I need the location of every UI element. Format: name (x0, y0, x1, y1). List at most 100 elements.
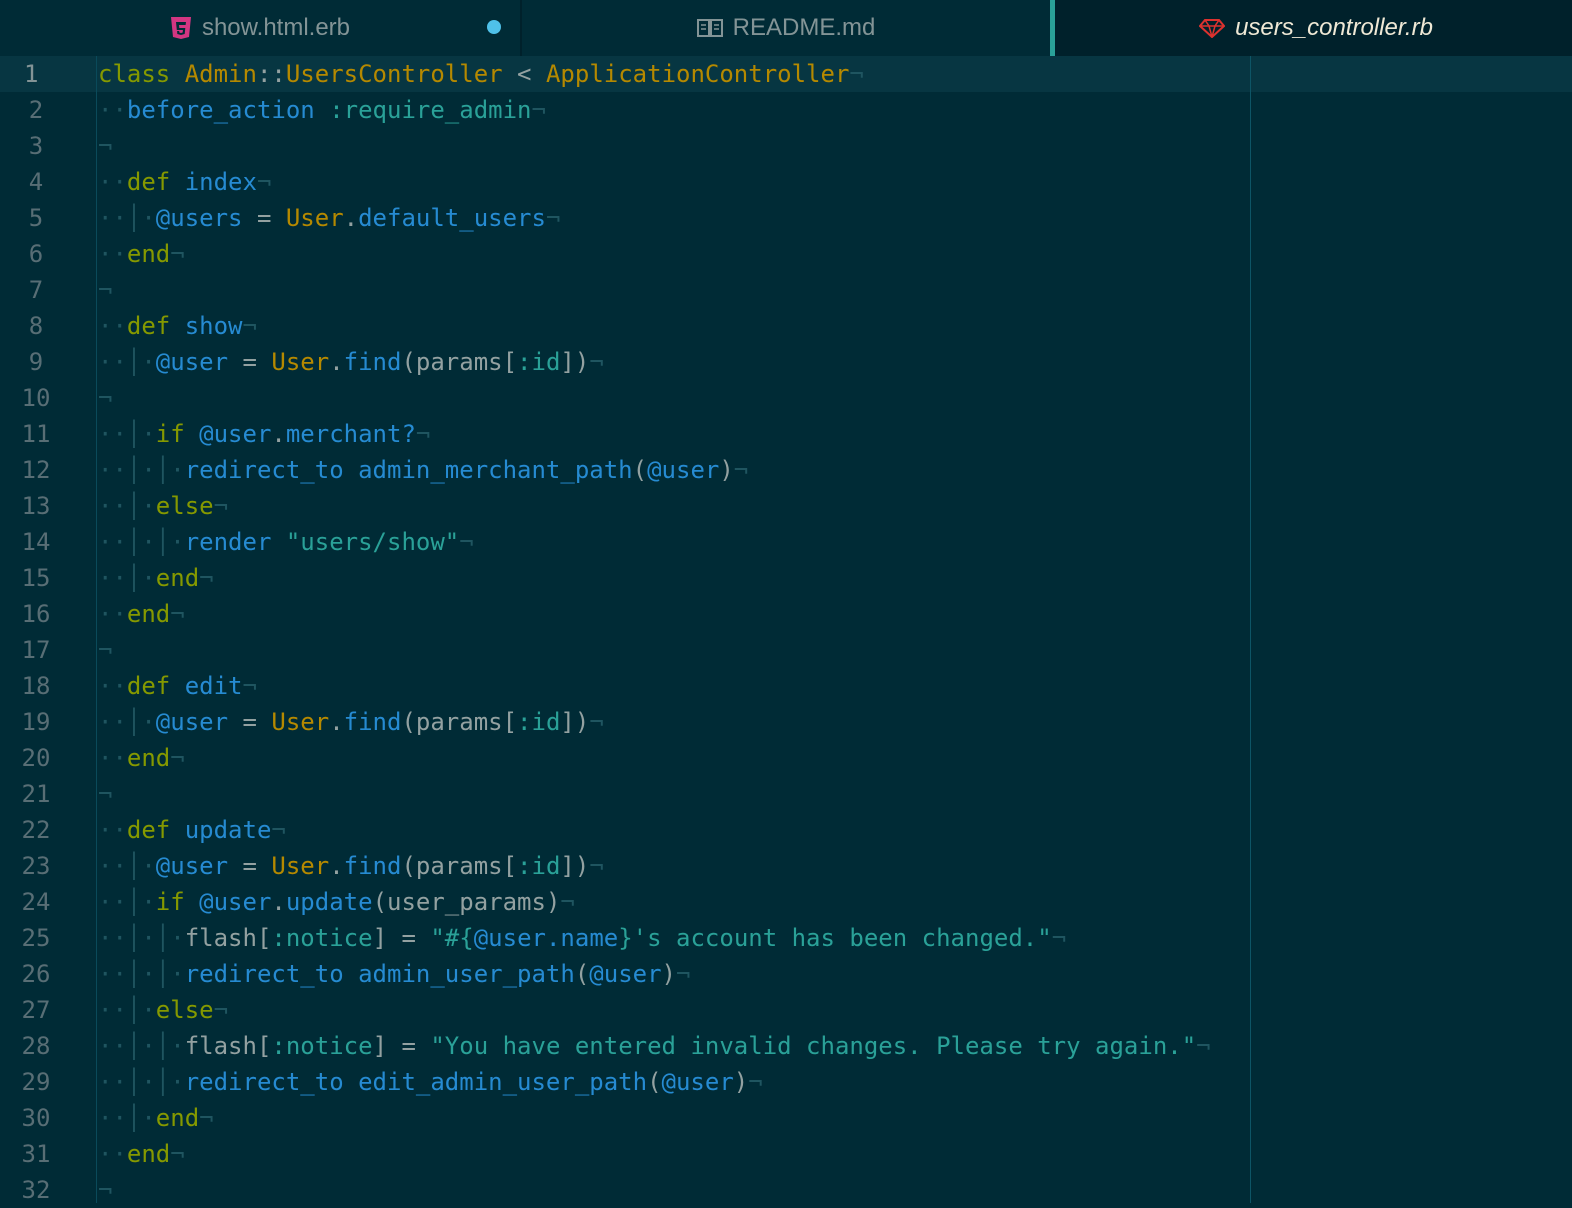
line-number[interactable]: 17 (0, 632, 72, 668)
code-line[interactable]: ··│·@user = User.find(params[:id])¬ (98, 848, 1211, 884)
line-number[interactable]: 28 (0, 1028, 72, 1064)
line-number[interactable]: 4 (0, 164, 72, 200)
code-line[interactable]: ··│·│·render "users/show"¬ (98, 524, 1211, 560)
code-line[interactable]: ··│·end¬ (98, 560, 1211, 596)
line-number[interactable]: 12 (0, 452, 72, 488)
line-number[interactable]: 29 (0, 1064, 72, 1100)
line-number[interactable]: 2 (0, 92, 72, 128)
code-line[interactable]: ··before_action :require_admin¬ (98, 92, 1211, 128)
line-number[interactable]: 26 (0, 956, 72, 992)
code-content[interactable]: class Admin::UsersController < Applicati… (98, 56, 1211, 1208)
line-number[interactable]: 3 (0, 128, 72, 164)
line-number[interactable]: 13 (0, 488, 72, 524)
line-number[interactable]: 31 (0, 1136, 72, 1172)
code-line[interactable]: ··│·@user = User.find(params[:id])¬ (98, 344, 1211, 380)
code-line[interactable]: ··│·@users = User.default_users¬ (98, 200, 1211, 236)
eol-marker: ¬ (170, 600, 185, 628)
code-token: end (126, 600, 171, 628)
code-line[interactable]: ··def edit¬ (98, 668, 1211, 704)
line-number-gutter[interactable]: 1 2 3 4 5 6 7 8 9 10 11 12 13 14 15 16 17 18 19 20 21 22 23 24 2… (0, 56, 96, 1204)
eol-marker: ¬ (415, 420, 431, 448)
indent-guide: ··│·│· (98, 528, 185, 556)
eol-marker: ¬ (98, 132, 113, 160)
code-token: redirect_to admin_user_path (184, 960, 575, 988)
line-number[interactable]: 23 (0, 848, 72, 884)
tab-show-html-erb[interactable]: show.html.erb (0, 0, 522, 56)
code-line[interactable]: ··│·│·redirect_to edit_admin_user_path(@… (98, 1064, 1211, 1100)
line-number[interactable]: 24 (0, 884, 72, 920)
line-number[interactable]: 21 (0, 776, 72, 812)
code-line[interactable]: ··end¬ (98, 236, 1211, 272)
code-line[interactable]: ··│·else¬ (98, 488, 1211, 524)
line-number[interactable]: 18 (0, 668, 72, 704)
eol-marker: ¬ (213, 996, 229, 1024)
code-line[interactable]: ··│·│·redirect_to admin_user_path(@user)… (98, 956, 1211, 992)
tab-label: README.md (732, 14, 876, 41)
code-line[interactable]: ¬ (98, 128, 1211, 164)
code-line[interactable]: ¬ (98, 776, 1211, 812)
line-number[interactable]: 22 (0, 812, 72, 848)
code-token: :notice (271, 924, 373, 952)
code-line[interactable]: ··end¬ (98, 596, 1211, 632)
code-line[interactable]: ··def index¬ (98, 164, 1211, 200)
line-number[interactable]: 27 (0, 992, 72, 1028)
tab-label: show.html.erb (201, 14, 351, 41)
code-line[interactable]: ··def update¬ (98, 812, 1211, 848)
line-number[interactable]: 10 (0, 380, 72, 416)
line-number[interactable]: 1 (0, 56, 96, 92)
code-line[interactable]: ··│·if @user.update(user_params)¬ (98, 884, 1211, 920)
code-token: :id (517, 708, 561, 736)
code-token: ( (632, 456, 648, 484)
code-line[interactable]: ··│·│·flash[:notice] = "You have entered… (98, 1028, 1211, 1064)
line-number[interactable]: 7 (0, 272, 72, 308)
code-token: . (329, 708, 344, 736)
code-token: else (155, 996, 214, 1024)
line-number[interactable]: 20 (0, 740, 72, 776)
code-token: "You have entered invalid changes. Pleas… (430, 1032, 1197, 1060)
code-line[interactable]: ··│·end¬ (98, 1100, 1211, 1136)
code-token: Admin (184, 60, 257, 88)
indent-guide: ·· (98, 240, 127, 268)
code-token: ) (719, 456, 734, 484)
line-number[interactable]: 19 (0, 704, 72, 740)
line-number[interactable]: 6 (0, 236, 72, 272)
code-token: ApplicationController (545, 60, 850, 88)
indent-guide: ··│·│· (98, 924, 185, 952)
line-number[interactable]: 15 (0, 560, 72, 596)
indent-guide: ··│· (98, 996, 156, 1024)
code-token: ) (733, 1068, 749, 1096)
code-line[interactable]: class Admin::UsersController < Applicati… (98, 56, 1211, 92)
eol-marker: ¬ (1196, 1032, 1211, 1060)
code-line[interactable]: ··│·│·redirect_to admin_merchant_path(@u… (98, 452, 1211, 488)
line-number[interactable]: 11 (0, 416, 72, 452)
code-line[interactable]: ··│·│·flash[:notice] = "#{@user.name}'s … (98, 920, 1211, 956)
indent-guide: ··│· (98, 348, 156, 376)
eol-marker: ¬ (170, 240, 185, 268)
line-number[interactable]: 9 (0, 344, 72, 380)
code-editor[interactable]: 1 2 3 4 5 6 7 8 9 10 11 12 13 14 15 16 17 18 19 20 21 22 23 24 2… (0, 56, 1572, 1204)
ruby-gem-icon (1199, 18, 1226, 38)
indent-guide: ·· (98, 96, 127, 124)
line-number[interactable]: 14 (0, 524, 72, 560)
line-number[interactable]: 5 (0, 200, 72, 236)
tab-users-controller-rb[interactable]: users_controller.rb (1050, 0, 1572, 56)
code-line[interactable]: ··│·@user = User.find(params[:id])¬ (98, 704, 1211, 740)
line-number[interactable]: 8 (0, 308, 72, 344)
code-line[interactable]: ··def show¬ (98, 308, 1211, 344)
code-line[interactable]: ··│·if @user.merchant?¬ (98, 416, 1211, 452)
code-line[interactable]: ··│·else¬ (98, 992, 1211, 1028)
code-line[interactable]: ¬ (98, 632, 1211, 668)
code-line[interactable]: ¬ (98, 380, 1211, 416)
line-number[interactable]: 16 (0, 596, 72, 632)
eol-marker: ¬ (170, 744, 185, 772)
line-number[interactable]: 30 (0, 1100, 72, 1136)
code-line[interactable]: ¬ (98, 272, 1211, 308)
line-number[interactable]: 25 (0, 920, 72, 956)
tab-bar: show.html.erb README.md users_controller… (0, 0, 1572, 56)
tab-readme-md[interactable]: README.md (522, 0, 1050, 56)
code-token: find (343, 708, 402, 736)
modified-indicator-icon[interactable] (487, 20, 501, 34)
code-token: ]) (560, 852, 590, 880)
code-line[interactable]: ··end¬ (98, 1136, 1211, 1172)
code-line[interactable]: ··end¬ (98, 740, 1211, 776)
